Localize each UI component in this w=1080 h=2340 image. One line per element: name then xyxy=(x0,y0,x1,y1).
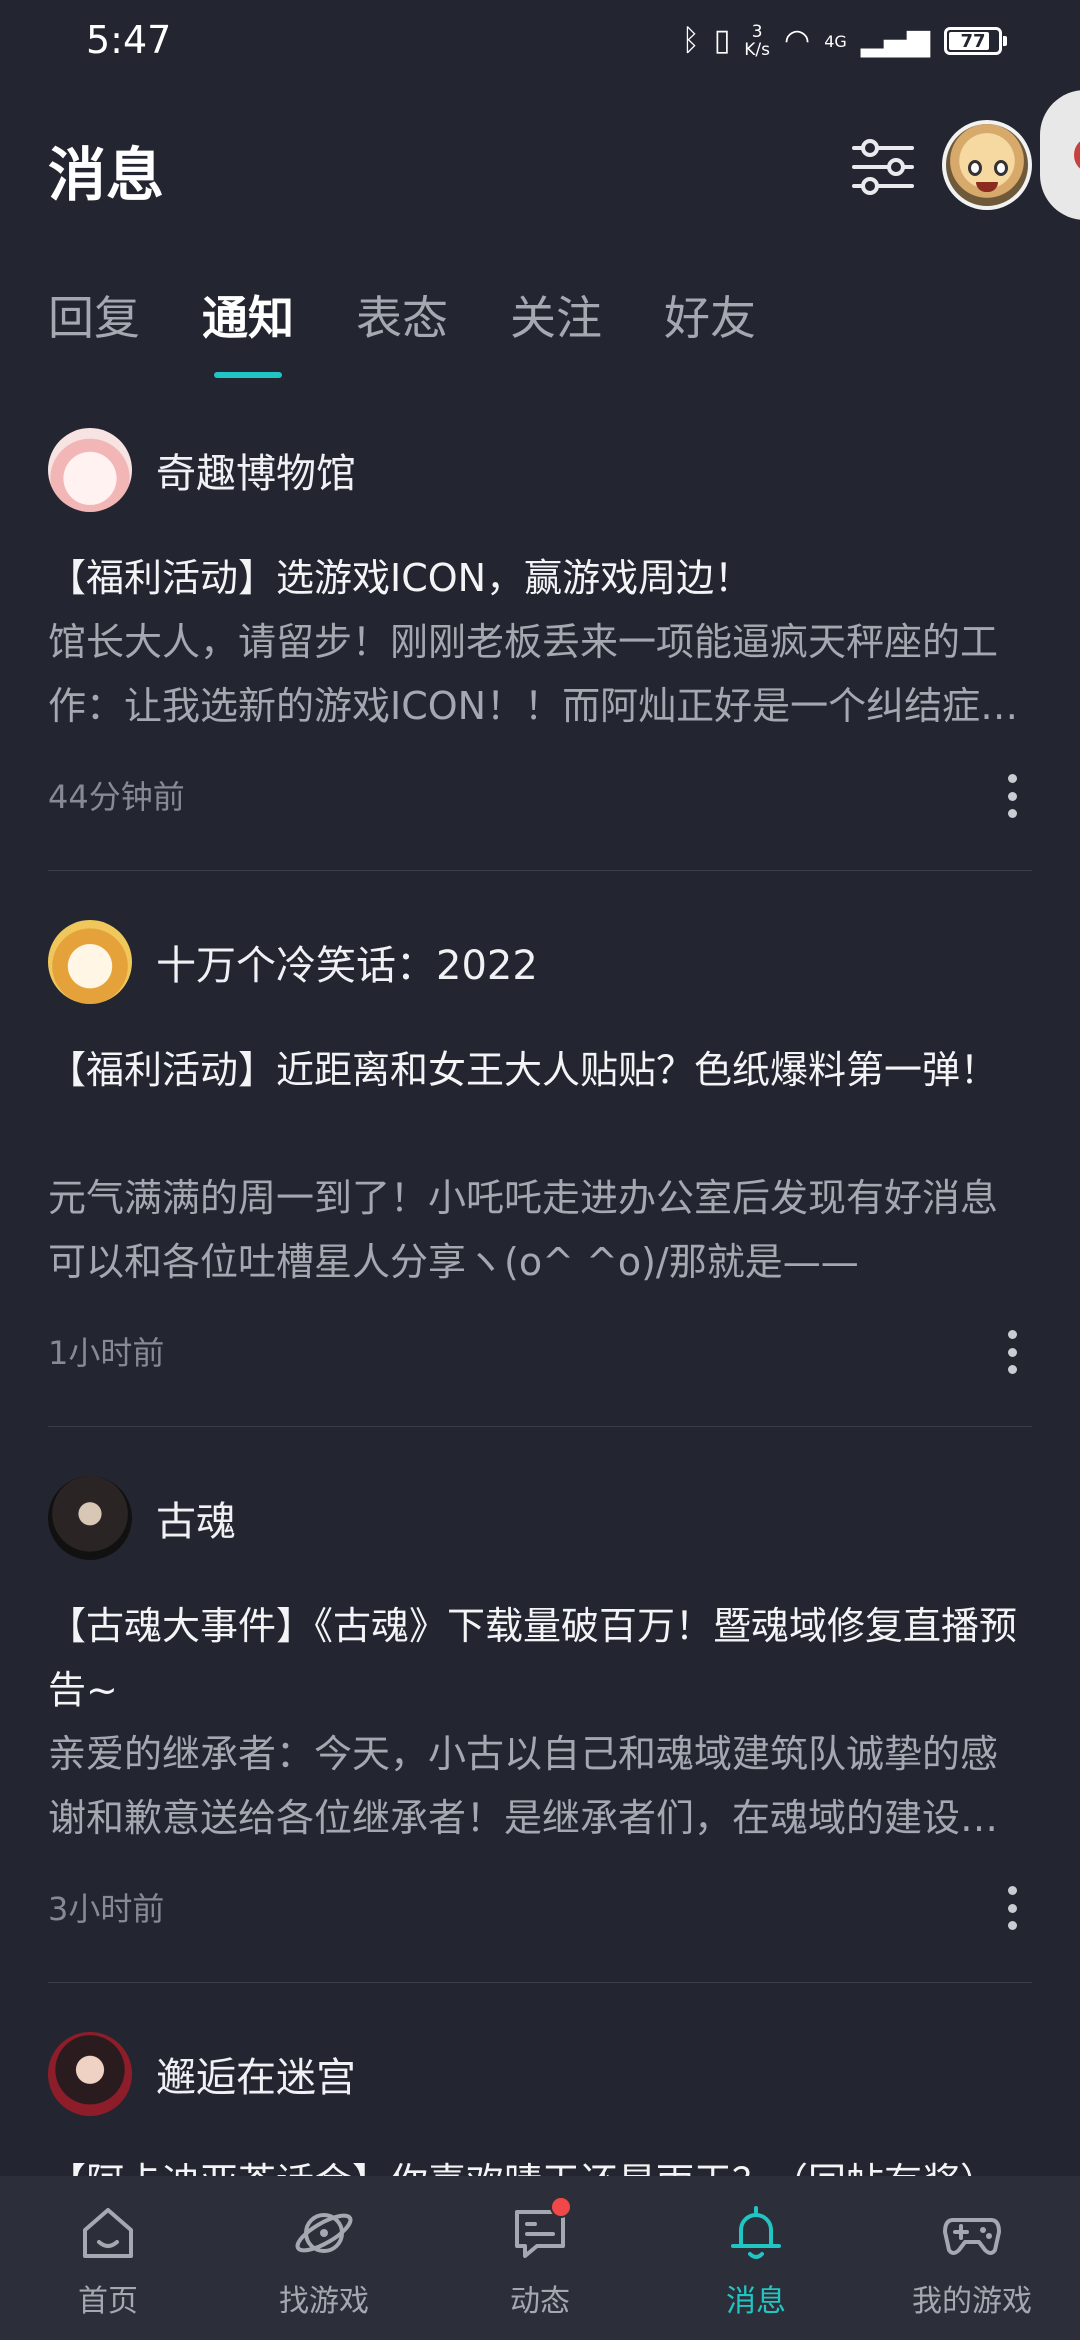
avatar[interactable] xyxy=(48,1476,132,1560)
tab-notification[interactable]: 通知 xyxy=(202,282,294,378)
sender-name[interactable]: 奇趣博物馆 xyxy=(156,441,356,499)
net-speed-value: 3 xyxy=(751,22,763,42)
nav-my-games[interactable]: 我的游戏 xyxy=(864,2176,1080,2340)
more-vertical-icon xyxy=(1007,774,1017,783)
sender-name[interactable]: 十万个冷笑话：2022 xyxy=(156,933,538,991)
item-title: 【福利活动】近距离和女王大人贴贴？色纸爆料第一弹！ xyxy=(48,1048,999,1092)
item-header: 古魂 xyxy=(48,1476,236,1560)
more-options-button[interactable] xyxy=(1000,1330,1024,1374)
page-title: 消息 xyxy=(48,141,165,209)
item-body: 亲爱的继承者：今天，小古以自己和魂域建筑队诚挚的感谢和歉意送给各位继承者！是继承… xyxy=(48,1732,999,1840)
notification-list: 奇趣博物馆 【福利活动】选游戏ICON，赢游戏周边！ 馆长大人，请留步！刚刚老板… xyxy=(48,426,1032,2180)
bluetooth-icon: ᛒ xyxy=(681,23,700,58)
item-title: 【福利活动】选游戏ICON，赢游戏周边！ xyxy=(48,556,753,600)
signal-icon: ▂▄▆ xyxy=(860,23,930,58)
net-speed-unit: K/s xyxy=(744,40,771,60)
user-avatar[interactable] xyxy=(942,120,1032,210)
nav-label: 消息 xyxy=(726,2284,786,2319)
item-header: 奇趣博物馆 xyxy=(48,428,356,512)
item-time: 3小时前 xyxy=(48,1890,165,1928)
more-options-button[interactable] xyxy=(1000,1886,1024,1930)
status-time: 5:47 xyxy=(86,18,172,62)
nav-label: 首页 xyxy=(78,2284,138,2319)
item-body: 馆长大人，请留步！刚刚老板丢来一项能逼疯天秤座的工作：让我选新的游戏ICON！！… xyxy=(48,620,1019,728)
nav-label: 找游戏 xyxy=(279,2284,369,2319)
nav-feed[interactable]: 动态 xyxy=(432,2176,648,2340)
tab-friends[interactable]: 好友 xyxy=(664,282,756,378)
nav-label: 我的游戏 xyxy=(912,2284,1032,2319)
avatar[interactable] xyxy=(48,428,132,512)
nav-messages[interactable]: 消息 xyxy=(648,2176,864,2340)
nav-label: 动态 xyxy=(510,2284,570,2319)
item-title: 【古魂大事件】《古魂》下载量破百万！暨魂域修复直播预告~ xyxy=(48,1604,1018,1712)
list-item[interactable]: 邂逅在迷宫 【阿卡迪亚茶话会】你喜欢晴天还是雨天？（回帖有奖） xyxy=(48,2030,1032,2180)
list-item[interactable]: 十万个冷笑话：2022 【福利活动】近距离和女王大人贴贴？色纸爆料第一弹！ 元气… xyxy=(48,918,1032,1474)
status-icons: ᛒ ▯ 3 K/s ◠ 4G ▂▄▆ 77 xyxy=(681,16,1007,66)
home-icon xyxy=(83,2208,133,2258)
bottom-nav: 首页 找游戏 动态 消息 我的游戏 xyxy=(0,2176,1080,2340)
avatar[interactable] xyxy=(48,920,132,1004)
net-speed: 3 K/s xyxy=(744,23,770,59)
nav-home[interactable]: 首页 xyxy=(0,2176,216,2340)
filter-button[interactable] xyxy=(848,132,918,202)
tab-reply[interactable]: 回复 xyxy=(48,282,140,378)
sender-name[interactable]: 古魂 xyxy=(156,1489,236,1547)
bell-icon xyxy=(731,2206,781,2259)
gamepad-icon xyxy=(943,2218,1001,2255)
more-options-button[interactable] xyxy=(1000,774,1024,818)
tab-reaction[interactable]: 表态 xyxy=(356,282,448,378)
notification-badge xyxy=(550,2196,572,2218)
status-bar: 5:47 ᛒ ▯ 3 K/s ◠ 4G ▂▄▆ 77 xyxy=(0,0,1080,84)
network-type: 4G xyxy=(824,31,847,51)
avatar[interactable] xyxy=(48,2032,132,2116)
more-vertical-icon xyxy=(1007,1886,1017,1895)
item-time: 44分钟前 xyxy=(48,778,185,816)
list-item[interactable]: 古魂 【古魂大事件】《古魂》下载量破百万！暨魂域修复直播预告~ 亲爱的继承者：今… xyxy=(48,1474,1032,2030)
vibrate-icon: ▯ xyxy=(713,23,731,58)
sliders-icon xyxy=(852,139,914,195)
list-item[interactable]: 奇趣博物馆 【福利活动】选游戏ICON，赢游戏周边！ 馆长大人，请留步！刚刚老板… xyxy=(48,426,1032,982)
item-time: 1小时前 xyxy=(48,1334,165,1372)
item-header: 邂逅在迷宫 xyxy=(48,2032,356,2116)
header: 消息 xyxy=(0,118,1080,218)
wifi-icon: ◠ xyxy=(784,23,811,58)
tab-follow[interactable]: 关注 xyxy=(510,282,602,378)
more-vertical-icon xyxy=(1007,1330,1017,1339)
item-header: 十万个冷笑话：2022 xyxy=(48,920,538,1004)
sender-name[interactable]: 邂逅在迷宫 xyxy=(156,2045,356,2103)
battery-icon: 77 xyxy=(944,27,1007,55)
nav-find-games[interactable]: 找游戏 xyxy=(216,2176,432,2340)
message-tabs: 回复 通知 表态 关注 好友 xyxy=(48,282,756,378)
item-body: 元气满满的周一到了！小吒吒走进办公室后发现有好消息可以和各位吐槽星人分享ヽ(o^… xyxy=(48,1176,999,1284)
planet-icon xyxy=(295,2213,353,2253)
battery-level: 77 xyxy=(960,30,986,52)
